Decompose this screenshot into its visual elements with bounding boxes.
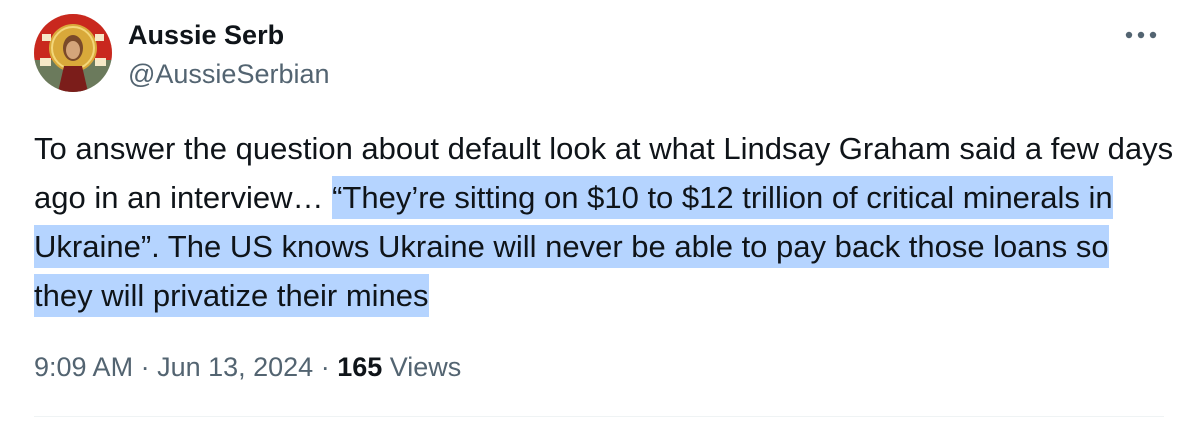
tweet-time: 9:09 AM: [34, 352, 134, 382]
tweet-metadata: 9:09 AM · Jun 13, 2024 · 165 Views: [34, 350, 461, 384]
portrait-avatar-icon: [34, 14, 112, 92]
divider: [34, 416, 1164, 417]
tweet-card: Aussie Serb @AussieSerbian To answer the…: [0, 0, 1196, 424]
author-name[interactable]: Aussie Serb: [128, 18, 284, 52]
views-label: Views: [382, 352, 462, 382]
author-handle[interactable]: @AussieSerbian: [128, 57, 330, 91]
more-options-button[interactable]: [1118, 18, 1164, 52]
views-link[interactable]: 165 Views: [337, 352, 461, 382]
tweet-timestamp-link[interactable]: 9:09 AM · Jun 13, 2024: [34, 352, 313, 382]
meta-separator: ·: [313, 352, 338, 382]
tweet-date: Jun 13, 2024: [157, 352, 314, 382]
more-horizontal-icon: [1125, 31, 1157, 39]
tweet-text: To answer the question about default loo…: [34, 124, 1174, 320]
meta-separator: ·: [133, 352, 158, 382]
author-avatar[interactable]: [34, 14, 112, 92]
views-count: 165: [337, 352, 383, 382]
